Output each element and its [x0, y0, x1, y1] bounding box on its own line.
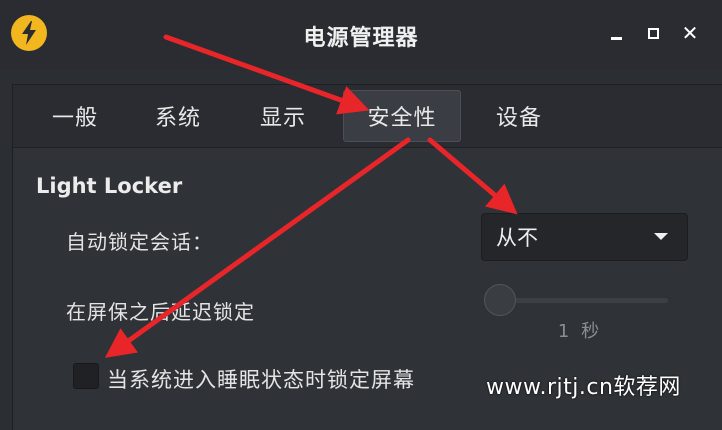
auto-lock-dropdown[interactable]: 从不 [481, 213, 688, 261]
delay-lock-label: 在屏保之后延迟锁定 [66, 300, 255, 324]
delay-slider-handle[interactable] [484, 284, 516, 316]
auto-lock-value: 从不 [496, 226, 538, 250]
tab-system[interactable]: 系统 [143, 90, 213, 142]
lock-on-sleep-checkbox[interactable] [73, 363, 99, 389]
chevron-down-icon [654, 233, 668, 240]
tab-devices[interactable]: 设备 [484, 90, 554, 142]
close-icon[interactable]: ✕ [679, 22, 701, 44]
tab-divider [13, 147, 722, 148]
tab-general[interactable]: 一般 [40, 90, 110, 142]
maximize-icon[interactable] [642, 22, 664, 44]
tab-display[interactable]: 显示 [248, 90, 318, 142]
tab-security[interactable]: 安全性 [343, 90, 461, 142]
delay-value: 1 秒 [557, 321, 603, 342]
section-title: Light Locker [36, 174, 183, 198]
delay-slider-track[interactable] [500, 298, 668, 303]
watermark: www.rjtj.cn软荐网 [486, 375, 681, 400]
minimize-icon[interactable] [605, 22, 627, 44]
auto-lock-label: 自动锁定会话： [66, 230, 213, 254]
lock-on-sleep-label[interactable]: 当系统进入睡眠状态时锁定屏幕 [107, 364, 415, 394]
